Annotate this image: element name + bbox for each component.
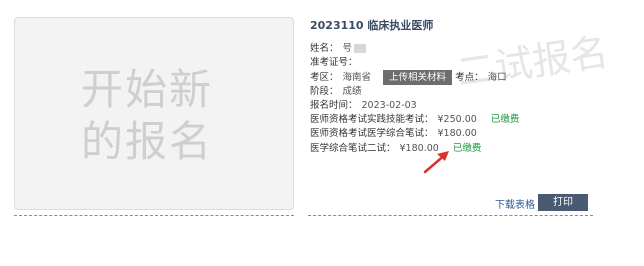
fee-label: 医师资格考试医学综合笔试： (310, 128, 434, 139)
new-registration-card[interactable]: 开始新 的报名 (14, 17, 294, 210)
right-divider (308, 215, 593, 216)
site-value: 海口 (487, 72, 507, 83)
fee-label: 医学综合笔试二试： (310, 143, 396, 154)
new-registration-line1: 开始新 (81, 65, 214, 114)
fee-label: 医师资格考试实践技能考试： (310, 114, 434, 125)
download-form-link[interactable]: 下载表格 (495, 196, 535, 211)
print-button[interactable]: 打印 (538, 194, 588, 211)
new-registration-line2: 的报名 (81, 117, 214, 166)
site-label: 考点： (455, 72, 484, 83)
second-exam-watermark: 二试报名 (454, 29, 611, 95)
area-row: 考区： 海南省 上传相关材料 考点： 海口 (310, 70, 507, 85)
upload-materials-button[interactable]: 上传相关材料 (383, 70, 453, 85)
fee-amount: ¥180.00 (437, 128, 477, 139)
fee-row: 医师资格考试实践技能考试： ¥250.00 已缴费 (310, 113, 519, 126)
new-registration-text: 开始新 的报名 (81, 64, 251, 168)
ticket-row: 准考证号： (310, 56, 358, 69)
area-label: 考区： (310, 72, 339, 83)
area-value: 海南省 (342, 72, 372, 83)
fee-amount: ¥250.00 (437, 114, 477, 125)
left-divider (14, 215, 294, 216)
stage-row: 阶段： 成绩 (310, 85, 362, 98)
fee-status: 已缴费 (490, 114, 520, 125)
fee-row: 医师资格考试医学综合笔试： ¥180.00 (310, 127, 477, 140)
name-label: 姓名： (310, 43, 339, 54)
stage-value: 成绩 (342, 86, 362, 97)
exam-title: 2023110 临床执业医师 (310, 19, 434, 32)
date-value: 2023-02-03 (361, 100, 417, 111)
date-row: 报名时间： 2023-02-03 (310, 99, 417, 112)
date-label: 报名时间： (310, 100, 358, 111)
ticket-label: 准考证号： (310, 57, 358, 68)
name-mask (354, 44, 367, 53)
fee-status: 已缴费 (452, 143, 482, 154)
name-value: 号 (342, 43, 353, 54)
stage-label: 阶段： (310, 86, 339, 97)
annotation-arrow-icon (423, 151, 449, 174)
name-row: 姓名：号 (310, 42, 367, 55)
fee-row: 医学综合笔试二试： ¥180.00 已缴费 (310, 142, 481, 155)
